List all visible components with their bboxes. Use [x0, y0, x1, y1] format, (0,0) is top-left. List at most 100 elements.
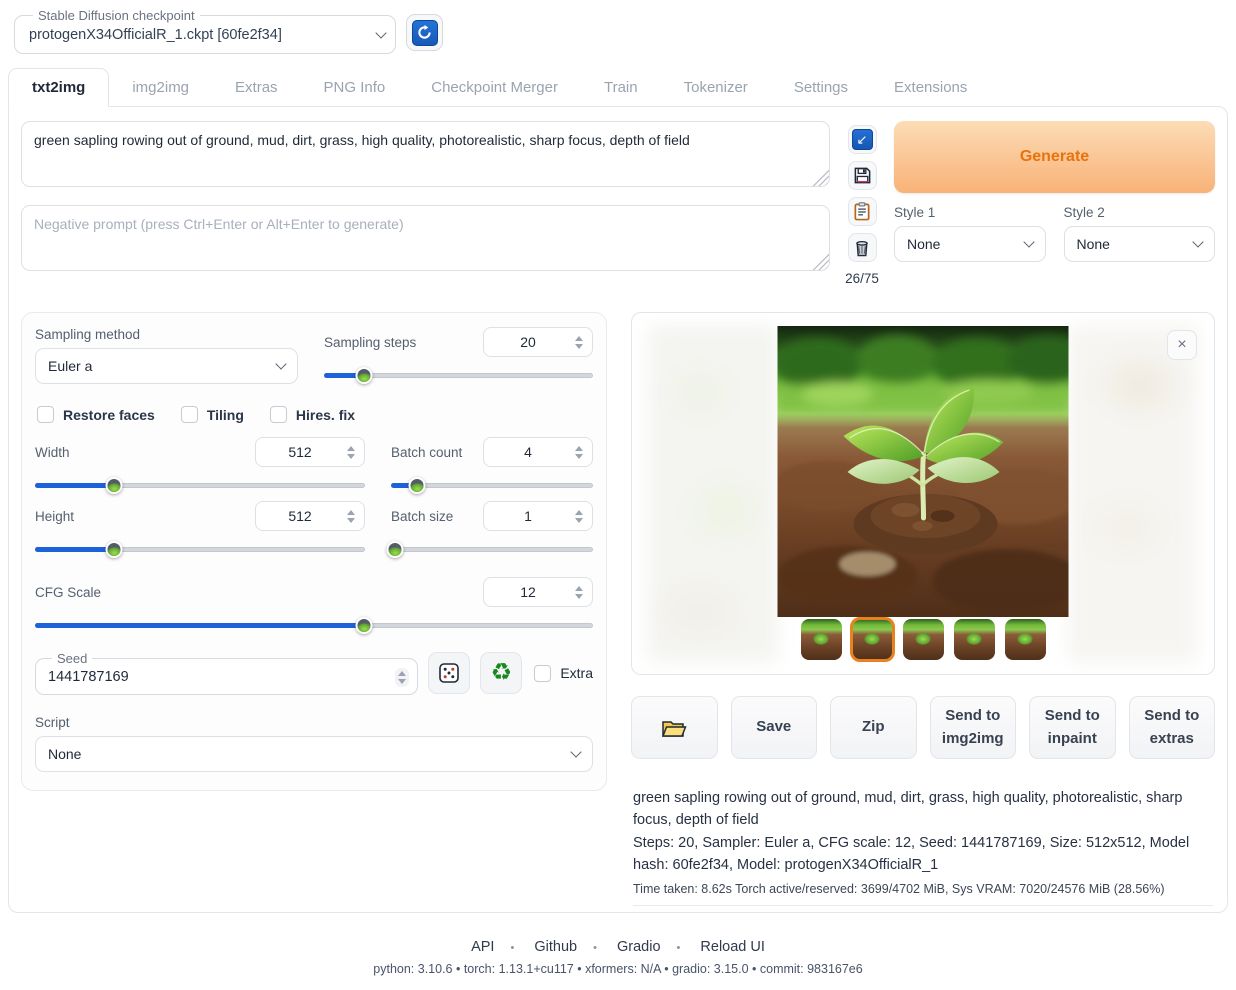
thumbnail-strip — [632, 619, 1214, 660]
seed-extra-checkbox[interactable]: Extra — [534, 665, 593, 682]
thumbnail-5[interactable] — [1005, 619, 1046, 660]
send-to-extras-button[interactable]: Send to extras — [1129, 696, 1216, 759]
tab-checkpoint-merger[interactable]: Checkpoint Merger — [408, 69, 581, 106]
footer: API• Github• Gradio• Reload UI python: 3… — [0, 939, 1236, 990]
prompt-input[interactable]: green sapling rowing out of ground, mud,… — [21, 121, 830, 187]
reuse-seed-button[interactable]: ♻ — [480, 652, 522, 694]
sampling-steps-slider[interactable] — [324, 367, 593, 383]
tab-train[interactable]: Train — [581, 69, 661, 106]
sampling-steps-label: Sampling steps — [324, 335, 416, 350]
sampling-steps-input[interactable]: 20 — [483, 327, 593, 357]
negative-prompt-input[interactable] — [21, 205, 830, 271]
seed-input[interactable]: 1441787169 — [44, 666, 409, 688]
output-actions: Save Zip Send to img2img Send to inpaint… — [631, 696, 1215, 759]
batch-size-slider[interactable] — [391, 541, 593, 557]
gallery-backdrop-left — [648, 325, 778, 662]
cfg-scale-label: CFG Scale — [35, 585, 101, 600]
footer-versions: python: 3.10.6 • torch: 1.13.1+cu117 • x… — [0, 962, 1236, 976]
stepper-icon[interactable] — [344, 446, 358, 459]
close-gallery-button[interactable]: × — [1167, 330, 1197, 360]
stepper-icon[interactable] — [572, 586, 586, 599]
tab-png-info[interactable]: PNG Info — [301, 69, 409, 106]
cfg-scale-input[interactable]: 12 — [483, 577, 593, 607]
style2-select[interactable]: None — [1064, 226, 1216, 262]
batch-count-input[interactable]: 4 — [483, 437, 593, 467]
checkbox-icon — [534, 665, 551, 682]
paste-arrow-icon: ↙ — [852, 129, 873, 150]
sampling-method-value: Euler a — [48, 358, 92, 374]
script-value: None — [48, 746, 81, 762]
generated-image[interactable] — [778, 326, 1069, 617]
stepper-icon[interactable] — [572, 510, 586, 523]
style2-value: None — [1077, 236, 1110, 252]
paste-params-button[interactable]: ↙ — [848, 125, 877, 154]
checkpoint-bar: Stable Diffusion checkpoint protogenX34O… — [0, 8, 1236, 54]
tab-img2img[interactable]: img2img — [109, 69, 212, 106]
height-slider[interactable] — [35, 541, 365, 557]
generate-button[interactable]: Generate — [894, 121, 1215, 193]
width-slider[interactable] — [35, 477, 365, 493]
sampling-method-select[interactable]: Euler a — [35, 348, 298, 384]
chevron-down-icon — [275, 358, 286, 369]
clipboard-icon — [853, 202, 871, 221]
width-input[interactable]: 512 — [255, 437, 365, 467]
tab-extensions[interactable]: Extensions — [871, 69, 990, 106]
tiling-checkbox[interactable]: Tiling — [181, 406, 244, 423]
footer-link-github[interactable]: Github — [534, 939, 577, 955]
result-gallery: × — [631, 312, 1215, 675]
style2-label: Style 2 — [1064, 205, 1216, 220]
script-select[interactable]: None — [35, 736, 593, 772]
result-prompt-text: green sapling rowing out of ground, mud,… — [633, 787, 1213, 832]
style1-label: Style 1 — [894, 205, 1046, 220]
chevron-down-icon — [570, 746, 581, 757]
thumbnail-1[interactable] — [801, 619, 842, 660]
save-style-button[interactable] — [848, 161, 877, 190]
footer-link-reload-ui[interactable]: Reload UI — [700, 939, 764, 955]
tab-tokenizer[interactable]: Tokenizer — [661, 69, 771, 106]
script-label: Script — [35, 715, 593, 730]
seed-group: Seed 1441787169 — [35, 651, 418, 695]
floppy-disk-icon — [853, 166, 872, 185]
style1-select[interactable]: None — [894, 226, 1046, 262]
tab-txt2img[interactable]: txt2img — [8, 68, 109, 107]
chevron-down-icon — [375, 27, 386, 38]
thumbnail-4[interactable] — [954, 619, 995, 660]
thumbnail-3[interactable] — [903, 619, 944, 660]
seed-label: Seed — [52, 651, 92, 666]
refresh-checkpoints-button[interactable] — [406, 14, 443, 51]
output-column: × — [631, 312, 1215, 906]
apply-style-button[interactable] — [848, 197, 877, 226]
chevron-down-icon — [1023, 236, 1034, 247]
height-input[interactable]: 512 — [255, 501, 365, 531]
batch-count-label: Batch count — [391, 445, 462, 460]
cfg-scale-slider[interactable] — [35, 617, 593, 633]
footer-link-gradio[interactable]: Gradio — [617, 939, 661, 955]
zip-button[interactable]: Zip — [830, 696, 917, 759]
checkpoint-select[interactable]: protogenX34OfficialR_1.ckpt [60fe2f34] — [25, 25, 385, 45]
clear-prompt-button[interactable] — [848, 233, 877, 262]
open-folder-button[interactable] — [631, 696, 718, 759]
tab-extras[interactable]: Extras — [212, 69, 301, 106]
thumbnail-2-selected[interactable] — [852, 619, 893, 660]
txt2img-panel: green sapling rowing out of ground, mud,… — [8, 106, 1228, 913]
send-to-img2img-button[interactable]: Send to img2img — [930, 696, 1017, 759]
folder-icon — [661, 717, 687, 739]
result-performance-text: Time taken: 8.62s Torch active/reserved:… — [633, 882, 1213, 906]
close-icon: × — [1177, 336, 1186, 354]
checkbox-icon — [37, 406, 54, 423]
stepper-icon[interactable] — [572, 336, 586, 349]
stepper-icon[interactable] — [344, 510, 358, 523]
random-seed-button[interactable] — [428, 652, 470, 694]
footer-link-api[interactable]: API — [471, 939, 494, 955]
recycle-icon: ♻ — [491, 661, 513, 685]
hires-fix-checkbox[interactable]: Hires. fix — [270, 406, 355, 423]
send-to-inpaint-button[interactable]: Send to inpaint — [1029, 696, 1116, 759]
restore-faces-checkbox[interactable]: Restore faces — [37, 406, 155, 423]
generation-info: green sapling rowing out of ground, mud,… — [631, 787, 1215, 906]
batch-count-slider[interactable] — [391, 477, 593, 493]
save-button[interactable]: Save — [731, 696, 818, 759]
stepper-icon[interactable] — [572, 446, 586, 459]
batch-size-input[interactable]: 1 — [483, 501, 593, 531]
tab-settings[interactable]: Settings — [771, 69, 871, 106]
stepper-icon[interactable] — [395, 668, 409, 687]
